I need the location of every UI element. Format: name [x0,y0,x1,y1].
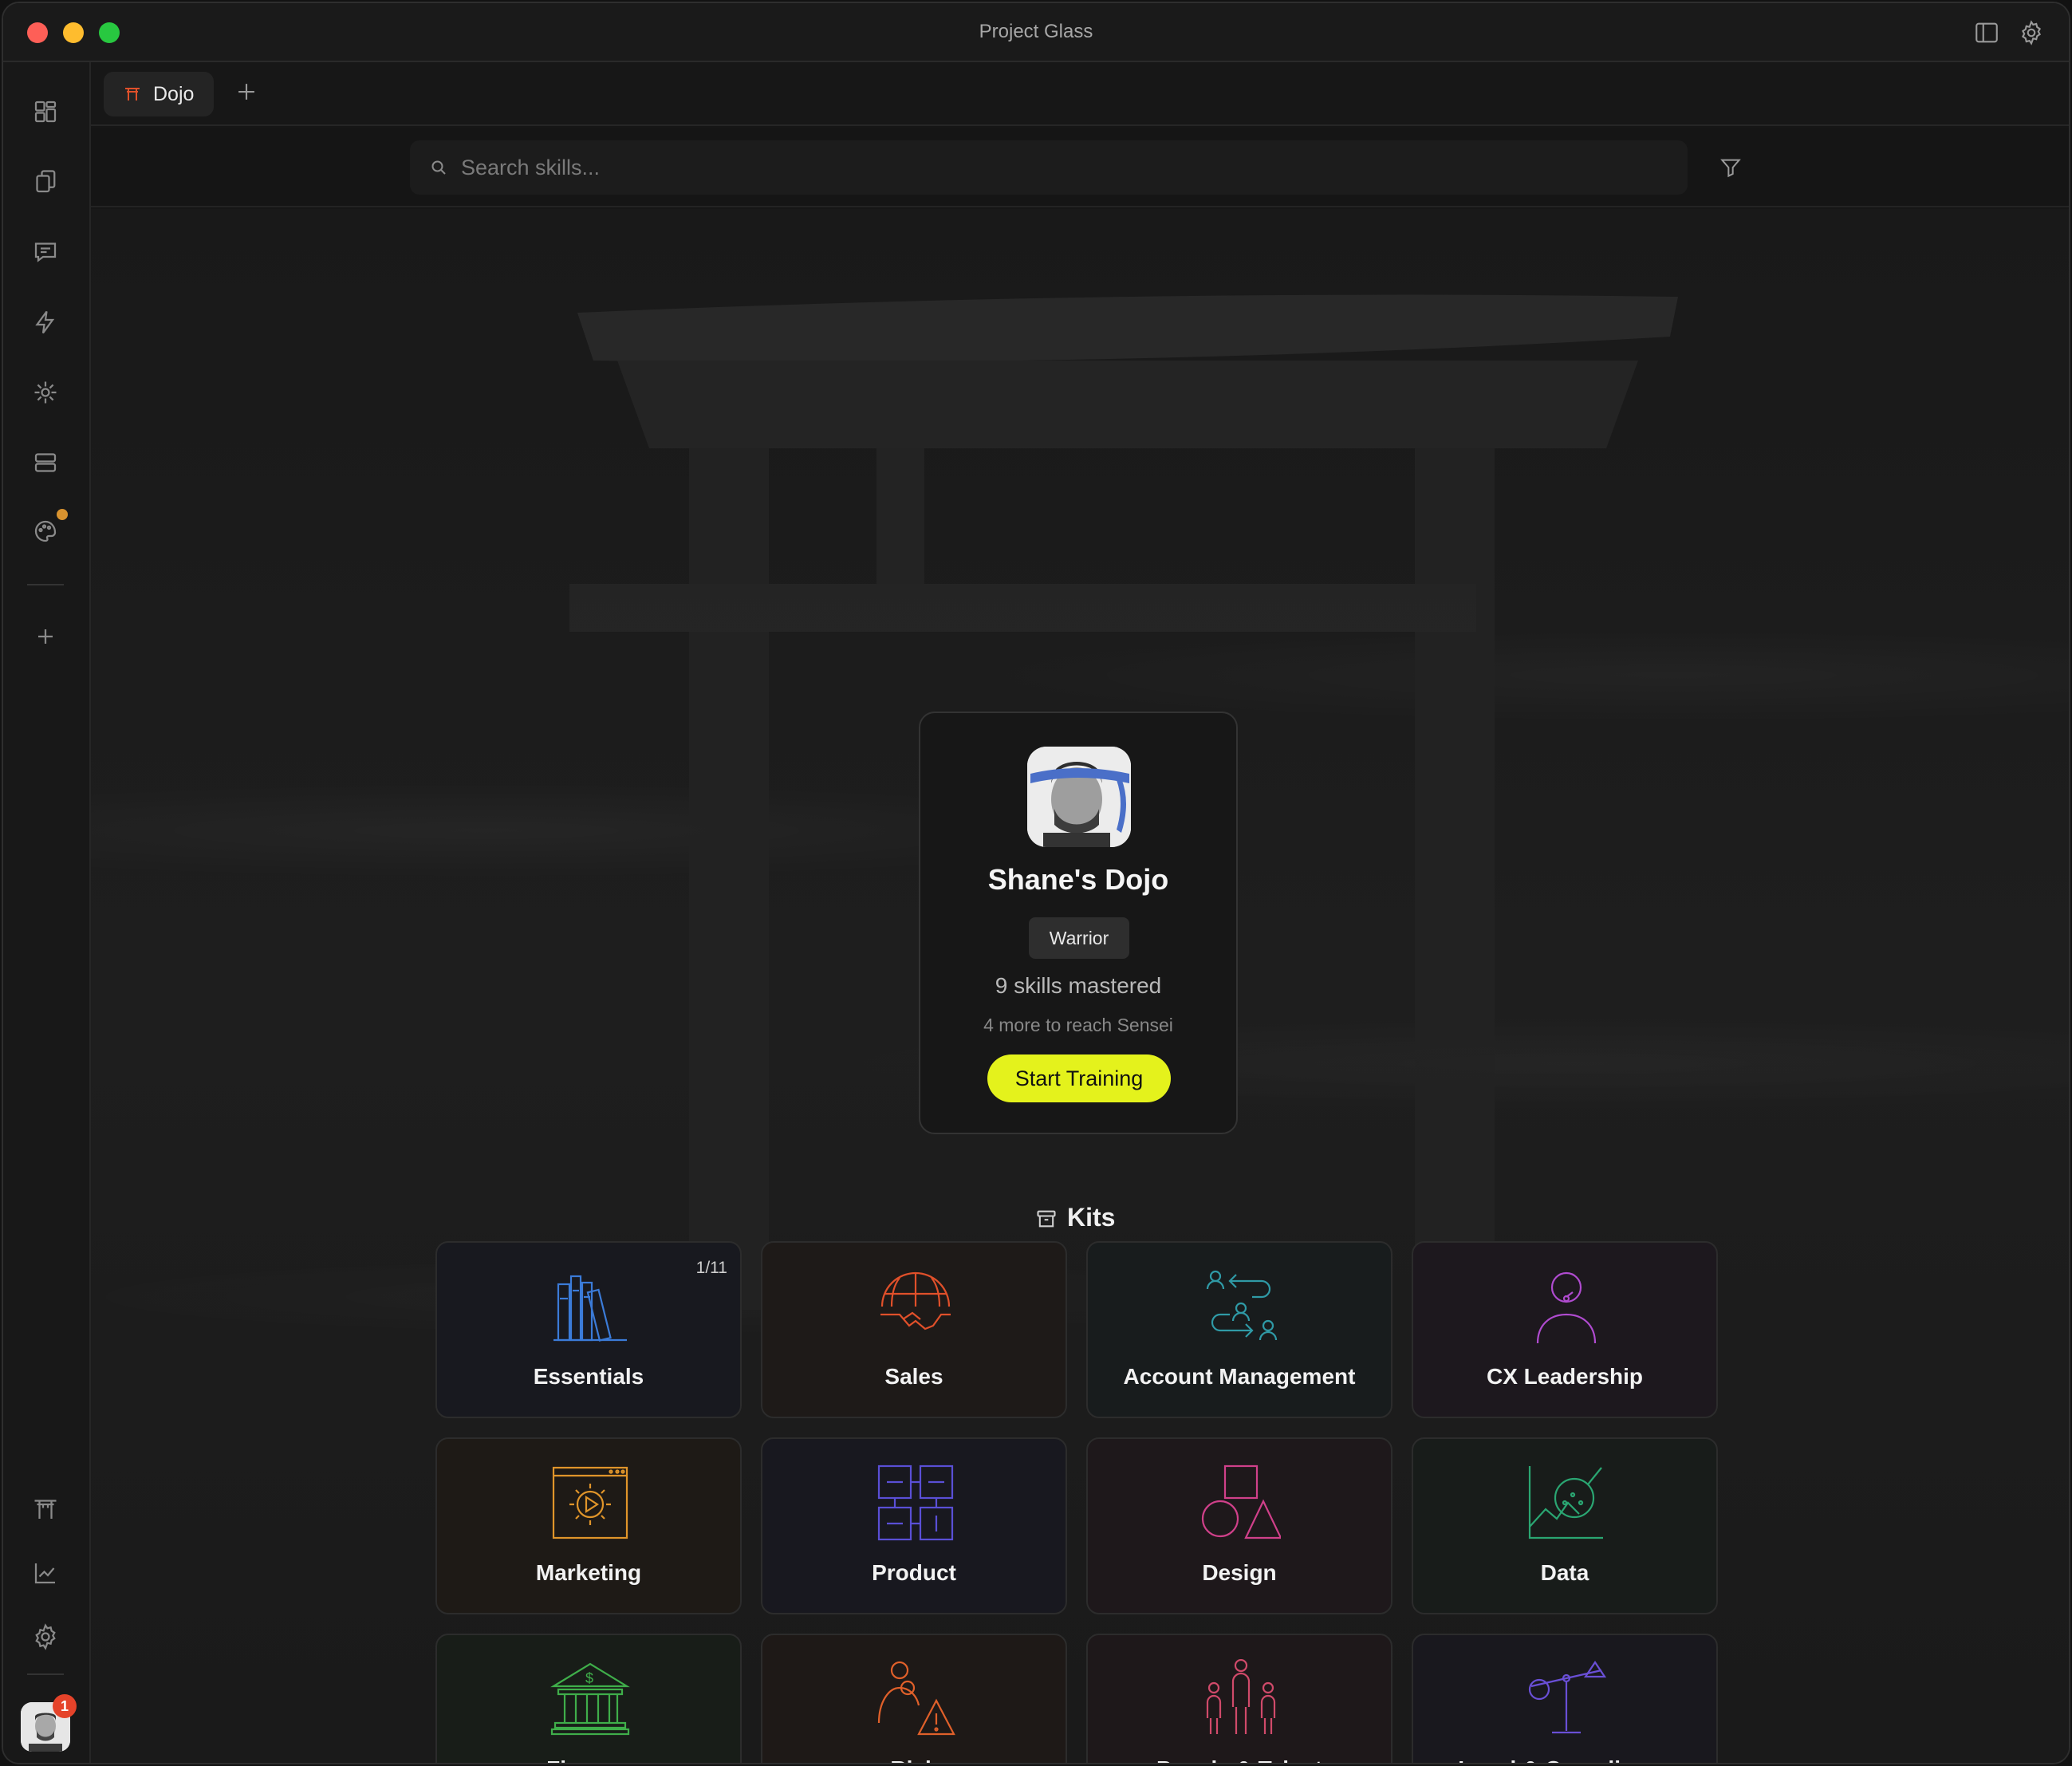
kit-product[interactable]: Product [761,1437,1067,1614]
progress-note: 4 more to reach Sensei [983,1015,1173,1035]
kit-essentials[interactable]: 1/11 Essentials [435,1241,742,1418]
main-area: Dojo Search skills... Shane's Dojo Warri… [91,62,2069,1763]
kit-label: Legal & Compliance [1413,1756,1716,1763]
kit-count: 1/11 [695,1259,727,1277]
settings-icon[interactable] [31,1622,60,1651]
gear-icon[interactable] [2018,19,2045,46]
kit-design[interactable]: Design [1086,1437,1392,1614]
person-warning-icon [876,1659,955,1739]
kit-data[interactable]: Data [1412,1437,1718,1614]
scales-icon [1526,1659,1607,1739]
rank-badge: Warrior [1029,917,1129,959]
profile-card: Shane's Dojo Warrior 9 skills mastered 4… [919,712,1238,1134]
kit-label: Finance [437,1756,740,1763]
palette-icon[interactable] [31,517,60,546]
new-tab-icon[interactable] [233,78,260,105]
title-bar: Project Glass [3,3,2069,62]
storage-icon[interactable] [31,448,60,477]
kit-label: Risk [762,1756,1066,1763]
torii-icon[interactable] [31,1495,60,1524]
dashboard-icon[interactable] [31,97,60,126]
people-exchange-icon [1201,1267,1281,1346]
kit-label: Product [872,1560,956,1585]
video-browser-icon [550,1463,630,1543]
sidebar-toggle-icon[interactable] [1973,19,2000,46]
group-icon [1201,1658,1281,1739]
headset-person-icon [1526,1267,1606,1346]
notification-badge: 1 [53,1694,77,1718]
kit-sales[interactable]: Sales [761,1241,1067,1418]
sidebar-divider [27,1673,64,1675]
kit-label: Data [1540,1560,1589,1585]
kit-label: People & Talent [1088,1756,1391,1763]
kit-people-talent[interactable]: People & Talent [1086,1634,1392,1763]
add-icon[interactable] [31,622,60,651]
books-icon [550,1267,630,1346]
search-row [91,128,2069,207]
kit-label: Account Management [1123,1364,1356,1389]
documents-icon[interactable] [31,168,60,196]
kits-title: Kits [1067,1203,1116,1232]
torii-icon [125,88,140,101]
search-bar [410,140,1688,195]
bolt-icon[interactable] [31,308,60,337]
search-input[interactable] [461,147,1657,188]
bank-icon: $ [550,1659,630,1739]
notification-dot [57,509,68,520]
kit-label: Sales [884,1364,943,1389]
kit-label: Essentials [533,1364,644,1389]
kit-finance[interactable]: $ Finance [435,1634,742,1763]
globe-handshake-icon [876,1267,955,1346]
svg-text:$: $ [585,1670,593,1686]
kit-marketing[interactable]: Marketing [435,1437,742,1614]
kit-cx-leadership[interactable]: CX Leadership [1412,1241,1718,1418]
filter-icon[interactable] [1718,155,1743,180]
dojo-stage: Shane's Dojo Warrior 9 skills mastered 4… [91,209,2069,1763]
window-title: Project Glass [979,21,1093,42]
kit-account-management[interactable]: Account Management [1086,1241,1392,1418]
tab-label: Dojo [153,83,195,105]
kit-label: Marketing [535,1560,642,1585]
chart-magnifier-icon [1526,1463,1606,1543]
archive-icon [1037,1210,1056,1228]
sidebar: 1 [3,62,91,1763]
profile-name: Shane's Dojo [987,863,1169,896]
tab-dojo[interactable]: Dojo [104,72,214,116]
chat-icon[interactable] [31,238,60,266]
skills-mastered: 9 skills mastered [995,973,1162,998]
app-window: Project Glass 1 Dojo Search skills... Sh… [2,2,2070,1764]
sparkle-icon[interactable] [31,378,60,407]
kit-risk[interactable]: Risk [761,1634,1067,1763]
tab-bar: Dojo [91,62,2069,126]
chart-icon[interactable] [31,1559,60,1587]
sidebar-divider [27,584,64,585]
blocks-icon [876,1463,955,1543]
profile-avatar [1027,747,1131,847]
start-training-button[interactable]: Start Training [987,1054,1171,1102]
search-icon [431,160,446,175]
kit-label: CX Leadership [1486,1364,1644,1389]
shapes-icon [1201,1463,1282,1543]
kit-legal-compliance[interactable]: Legal & Compliance [1412,1634,1718,1763]
kit-label: Design [1202,1560,1277,1585]
